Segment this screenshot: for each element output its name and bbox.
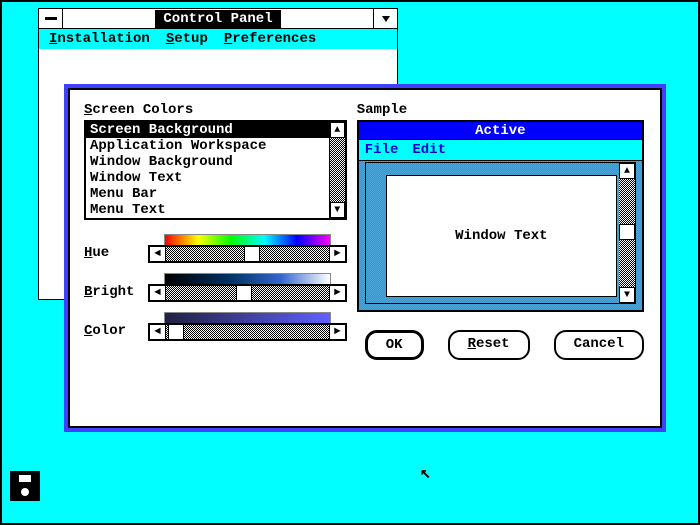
arrow-right-icon[interactable]: ► <box>329 286 345 300</box>
arrow-left-icon[interactable]: ◄ <box>150 247 166 261</box>
list-item[interactable]: Menu Text <box>86 202 329 218</box>
slider-thumb[interactable] <box>244 247 260 261</box>
menu-installation[interactable]: Installation <box>49 31 150 47</box>
hue-label: Hue <box>84 245 142 263</box>
ok-button[interactable]: OK <box>365 330 424 360</box>
arrow-left-icon[interactable]: ◄ <box>150 325 166 339</box>
scroll-down-icon: ▼ <box>619 287 635 303</box>
listbox-scrollbar[interactable]: ▲ ▼ <box>329 122 345 218</box>
arrow-right-icon[interactable]: ► <box>329 325 345 339</box>
window-title: Control Panel <box>155 10 280 28</box>
scroll-up-icon: ▲ <box>619 163 635 179</box>
bright-slider[interactable]: ◄ ► <box>148 284 347 302</box>
sample-label: Sample <box>357 102 644 118</box>
sample-title: Active <box>469 123 531 139</box>
title-area: Control Panel <box>63 9 373 28</box>
list-item[interactable]: Application Workspace <box>86 138 329 154</box>
cursor-icon: ↖ <box>420 462 431 484</box>
sample-window-body: Window Text <box>386 175 617 297</box>
sample-menu-edit: Edit <box>412 142 446 158</box>
sample-window-text: Window Text <box>455 228 547 244</box>
floppy-disk-icon[interactable] <box>10 471 40 501</box>
scroll-up-icon[interactable]: ▲ <box>330 122 345 138</box>
screen-colors-dialog: Screen Colors Screen Background Applicat… <box>68 88 662 428</box>
slider-thumb[interactable] <box>168 325 184 339</box>
scrollbar-thumb <box>619 224 635 240</box>
scroll-down-icon[interactable]: ▼ <box>330 202 345 218</box>
menu-setup[interactable]: Setup <box>166 31 208 47</box>
screen-colors-label: Screen Colors <box>84 102 347 118</box>
slider-thumb[interactable] <box>236 286 252 300</box>
color-label: Color <box>84 323 142 341</box>
list-item[interactable]: Menu Bar <box>86 186 329 202</box>
titlebar[interactable]: Control Panel <box>39 9 397 29</box>
list-item[interactable]: Window Background <box>86 154 329 170</box>
bright-label: Bright <box>84 284 142 302</box>
hue-slider[interactable]: ◄ ► <box>148 245 347 263</box>
menubar[interactable]: Installation Setup Preferences <box>39 29 397 49</box>
cancel-button[interactable]: Cancel <box>554 330 644 360</box>
sample-scrollbar: ▲ ▼ <box>619 163 635 303</box>
sample-menubar: File Edit <box>359 140 642 161</box>
list-item[interactable]: Window Text <box>86 170 329 186</box>
minimize-button[interactable] <box>373 9 397 28</box>
arrow-left-icon[interactable]: ◄ <box>150 286 166 300</box>
color-items-listbox[interactable]: Screen Background Application Workspace … <box>84 120 347 220</box>
reset-button[interactable]: Reset <box>448 330 530 360</box>
list-item[interactable]: Screen Background <box>86 122 329 138</box>
arrow-right-icon[interactable]: ► <box>329 247 345 261</box>
color-slider[interactable]: ◄ ► <box>148 323 347 341</box>
system-menu-icon[interactable] <box>39 9 63 28</box>
sample-preview: Active File Edit Window Text ▲ ▼ <box>357 120 644 312</box>
desktop: Control Panel Installation Setup Prefere… <box>2 2 698 523</box>
menu-preferences[interactable]: Preferences <box>224 31 316 47</box>
sample-menu-file: File <box>365 142 399 158</box>
sample-titlebar: Active <box>359 122 642 140</box>
